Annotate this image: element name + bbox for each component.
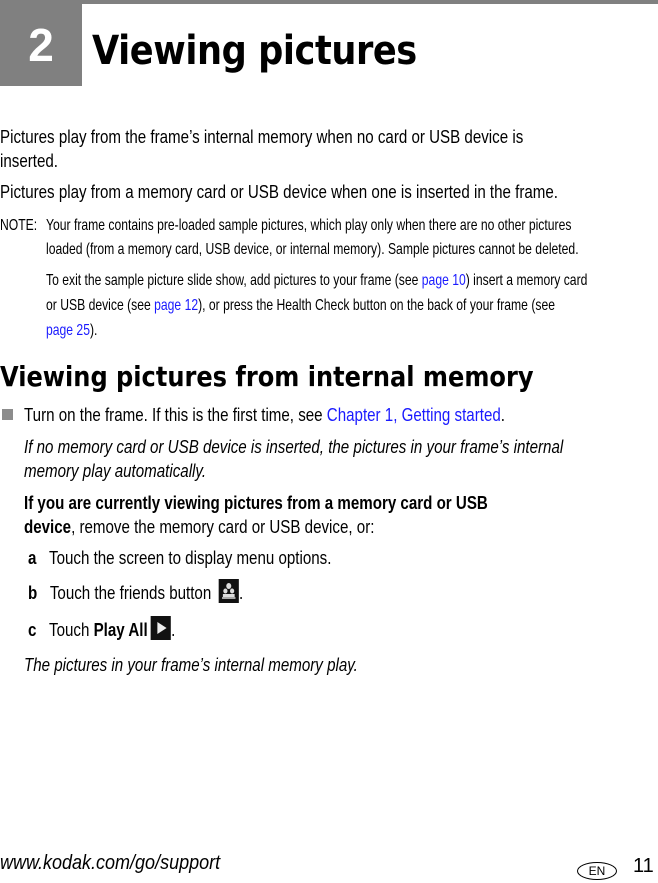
friends-icon [218,579,239,604]
intro-line-2: inserted. [0,151,58,171]
note-line-2: loaded (from a memory card, USB device, … [46,241,579,258]
link-page-12[interactable]: page 12 [154,297,198,314]
note-text: ). [89,322,98,339]
result-note: The pictures in your frame’s internal me… [24,655,358,675]
intro-line-3: Pictures play from a memory card or USB … [0,182,558,202]
note-text: or USB device (see [46,297,155,314]
language-badge: EN [577,862,617,880]
play-icon [151,616,172,641]
note-text: ) insert a memory card [465,272,588,289]
play-all-label: Play All [93,620,148,640]
bold-condition-line-1: If you are currently viewing pictures fr… [24,493,488,513]
bold-condition-line-2: device, remove the memory card or USB de… [24,515,374,540]
step-end: . [238,583,244,603]
step-c: c Touch Play All. [28,616,176,643]
step-letter: a [28,548,37,568]
chapter-number: 2 [0,0,82,86]
link-page-25[interactable]: page 25 [46,322,90,339]
condition-rest: , remove the memory card or USB device, … [71,517,375,537]
step-text: Touch the screen to display menu options… [49,548,332,568]
section-heading: Viewing pictures from internal memory [0,360,534,393]
link-chapter-1[interactable]: Chapter 1, Getting started [327,405,501,425]
page-title: Viewing pictures [92,28,417,74]
step-text: Touch the friends button [49,583,216,603]
bold-word: device [24,517,72,537]
note-paragraph-2-line-3: page 25). [46,318,97,343]
intro-line-1: Pictures play from the frame’s internal … [0,127,524,147]
step-end: . [171,620,176,640]
note-text: To exit the sample picture slide show, a… [46,272,422,289]
italic-note-line-1: If no memory card or USB device is inser… [24,437,564,457]
support-url[interactable]: www.kodak.com/go/support [0,852,220,875]
italic-note-line-2: memory play automatically. [24,461,207,481]
step-letter: b [28,583,38,603]
note-line-1: Your frame contains pre-loaded sample pi… [46,217,572,234]
step-a: a Touch the screen to display menu optio… [28,546,331,571]
bullet-square-icon [2,409,13,420]
note-label: NOTE: [0,217,38,234]
page-number: 11 [633,855,654,877]
bullet-item: Turn on the frame. If this is the first … [24,403,505,428]
step-b: b Touch the friends button . [28,579,244,606]
link-page-10[interactable]: page 10 [422,272,466,289]
note-paragraph-2-line-2: or USB device (see page 12), or press th… [46,293,555,318]
step-text: Touch [49,620,94,640]
top-rule [0,0,658,4]
note-paragraph-2-line-1: To exit the sample picture slide show, a… [46,268,587,293]
bullet-end: . [500,405,505,425]
note-text: ), or press the Health Check button on t… [198,297,555,314]
step-letter: c [28,620,37,640]
bullet-text: Turn on the frame. If this is the first … [24,405,327,425]
